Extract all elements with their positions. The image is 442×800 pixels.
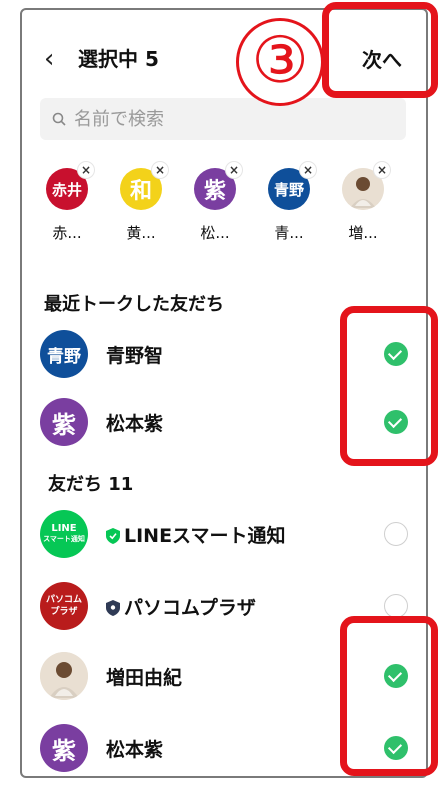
friend-name: パソコムプラザ <box>106 593 256 620</box>
avatar: 青野 × <box>268 162 316 210</box>
avatar-text: 和 <box>129 179 152 204</box>
callout-friend-checks <box>340 616 438 776</box>
selected-friend[interactable]: × 増... <box>336 162 390 243</box>
selected-friend[interactable]: 和 × 黄... <box>114 162 168 243</box>
search-bar[interactable] <box>40 98 406 140</box>
avatar: 赤井 × <box>46 162 94 210</box>
remove-icon[interactable]: × <box>78 162 94 178</box>
selected-friend[interactable]: 紫 × 松... <box>188 162 242 243</box>
avatar: LINE スマート通知 <box>40 510 88 558</box>
friend-name: 松本紫 <box>106 412 164 435</box>
avatar: パソコム プラザ <box>40 582 88 630</box>
selected-friend-name: 黄... <box>126 224 156 242</box>
avatar-subtext: スマート通知 <box>43 535 85 543</box>
checkbox-unchecked[interactable] <box>384 594 408 618</box>
avatar-text: 青野 <box>273 180 304 199</box>
callout-next-button <box>322 2 438 98</box>
avatar: 青野 <box>40 330 88 378</box>
friend-name: LINEスマート通知 <box>106 521 286 548</box>
verified-shield-icon <box>106 527 120 544</box>
back-arrow-icon[interactable]: ‹ <box>44 46 54 72</box>
friend-name-text: パソコムプラザ <box>124 596 256 619</box>
shield-icon <box>106 599 120 616</box>
search-input[interactable] <box>72 107 376 131</box>
person-photo-icon <box>40 652 88 700</box>
avatar-text: パソコム <box>45 595 82 605</box>
selected-friend-name: 赤... <box>52 224 82 242</box>
remove-icon[interactable]: × <box>374 162 390 178</box>
avatar: 和 × <box>120 162 168 210</box>
friend-name: 増田由紀 <box>106 666 183 689</box>
remove-icon[interactable]: × <box>152 162 168 178</box>
photo-avatar: × <box>342 162 390 210</box>
selected-friend[interactable]: 青野 × 青... <box>262 162 316 243</box>
remove-icon[interactable]: × <box>226 162 242 178</box>
avatar-subtext: プラザ <box>50 607 78 617</box>
page-title: 選択中 5 <box>78 47 159 71</box>
friend-name-text: LINEスマート通知 <box>124 524 286 547</box>
photo-avatar <box>40 652 88 700</box>
selected-friend[interactable]: 赤井 × 赤... <box>40 162 94 243</box>
avatar-text: 紫 <box>203 179 226 204</box>
avatar: 紫 × <box>194 162 242 210</box>
checkbox-unchecked[interactable] <box>384 522 408 546</box>
friend-row[interactable]: LINE スマート通知 LINEスマート通知 <box>22 504 426 564</box>
search-icon <box>52 112 66 126</box>
avatar: 紫 <box>40 724 88 772</box>
step-number-badge: ③ <box>236 18 324 106</box>
avatar-text: LINE <box>51 523 77 534</box>
selected-friend-name: 松... <box>200 224 230 242</box>
section-friends-header: 友だち 11 <box>48 474 134 495</box>
selected-friend-name: 青... <box>274 224 304 242</box>
friend-name: 青野智 <box>106 344 164 367</box>
selected-friend-name: 増... <box>348 224 378 242</box>
remove-icon[interactable]: × <box>300 162 316 178</box>
selected-friends-row: 赤井 × 赤... 和 × 黄... 紫 × 松... 青野 × 青... × … <box>22 162 426 258</box>
avatar-text: 赤井 <box>51 180 82 199</box>
friend-name: 松本紫 <box>106 738 164 761</box>
callout-recent-checks <box>340 306 438 466</box>
avatar: 紫 <box>40 398 88 446</box>
section-recent-header: 最近トークした友だち <box>44 294 224 315</box>
